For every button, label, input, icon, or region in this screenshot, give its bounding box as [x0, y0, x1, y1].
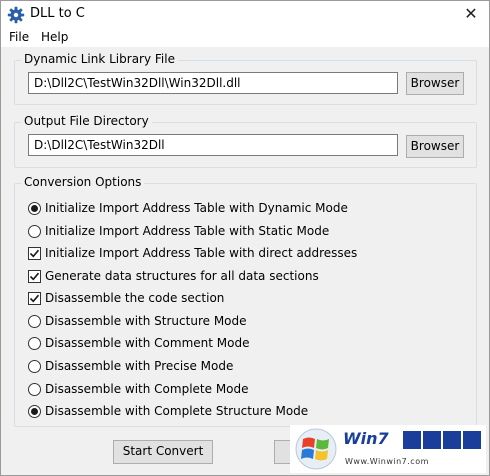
- radio-selected-dot: [31, 407, 38, 415]
- output-browse-button[interactable]: Browser: [406, 135, 464, 158]
- radio-button[interactable]: [28, 382, 41, 396]
- menu-help[interactable]: Help: [39, 30, 70, 44]
- close-button[interactable]: ✕: [453, 1, 489, 29]
- checkmark-icon: [29, 272, 40, 280]
- radio-button[interactable]: [28, 201, 41, 215]
- title-bar: DLL to C ✕: [1, 1, 489, 29]
- option-row[interactable]: Initialize Import Address Table with dir…: [28, 244, 357, 262]
- watermark-logo: Win7 Www.Winwin7.com: [290, 425, 486, 473]
- checkmark-icon: [29, 294, 40, 302]
- watermark-url: Www.Winwin7.com: [345, 457, 429, 466]
- windows-logo-icon: [294, 428, 338, 473]
- menu-file[interactable]: File: [7, 30, 31, 44]
- option-label: Disassemble with Complete Structure Mode: [45, 404, 309, 418]
- window-title: DLL to C: [30, 6, 85, 21]
- output-path-input[interactable]: D:\Dll2C\TestWin32Dll: [28, 134, 398, 156]
- radio-button[interactable]: [28, 224, 41, 238]
- option-row[interactable]: Disassemble the code section: [28, 289, 224, 307]
- option-label: Disassemble with Complete Mode: [45, 382, 249, 396]
- checkbox[interactable]: [28, 246, 41, 260]
- checkbox[interactable]: [28, 291, 41, 305]
- radio-selected-dot: [31, 204, 38, 212]
- dll-browse-button[interactable]: Browser: [406, 72, 464, 95]
- radio-button[interactable]: [28, 359, 41, 373]
- checkbox[interactable]: [28, 269, 41, 283]
- main-window: DLL to C ✕ File Help Dynamic Link Librar…: [0, 0, 490, 476]
- option-label: Initialize Import Address Table with Sta…: [45, 224, 330, 238]
- option-label: Disassemble with Precise Mode: [45, 359, 234, 373]
- conversion-options-legend: Conversion Options: [21, 175, 145, 189]
- option-row[interactable]: Initialize Import Address Table with Dyn…: [28, 199, 348, 217]
- dll-path-input[interactable]: D:\Dll2C\TestWin32Dll\Win32Dll.dll: [28, 72, 398, 94]
- option-row[interactable]: Generate data structures for all data se…: [28, 267, 319, 285]
- option-row[interactable]: Initialize Import Address Table with Sta…: [28, 222, 329, 240]
- watermark-text: Win7: [343, 429, 389, 448]
- option-label: Initialize Import Address Table with Dyn…: [45, 201, 348, 215]
- menu-bar: File Help: [1, 29, 489, 47]
- option-label: Disassemble with Structure Mode: [45, 314, 247, 328]
- start-convert-button[interactable]: Start Convert: [113, 440, 213, 464]
- option-label: Generate data structures for all data se…: [45, 269, 319, 283]
- gear-icon: [7, 6, 25, 24]
- option-label: Initialize Import Address Table with dir…: [45, 246, 358, 260]
- radio-button[interactable]: [28, 314, 41, 328]
- option-row[interactable]: Disassemble with Complete Structure Mode: [28, 402, 308, 420]
- option-label: Disassemble the code section: [45, 291, 225, 305]
- option-row[interactable]: Disassemble with Comment Mode: [28, 334, 249, 352]
- dll-file-legend: Dynamic Link Library File: [21, 52, 178, 66]
- option-row[interactable]: Disassemble with Structure Mode: [28, 312, 247, 330]
- watermark-decoration: [403, 429, 483, 451]
- option-row[interactable]: Disassemble with Precise Mode: [28, 357, 233, 375]
- option-row[interactable]: Disassemble with Complete Mode: [28, 380, 249, 398]
- radio-button[interactable]: [28, 404, 41, 418]
- checkmark-icon: [29, 249, 40, 257]
- option-label: Disassemble with Comment Mode: [45, 336, 250, 350]
- output-dir-legend: Output File Directory: [21, 114, 152, 128]
- radio-button[interactable]: [28, 336, 41, 350]
